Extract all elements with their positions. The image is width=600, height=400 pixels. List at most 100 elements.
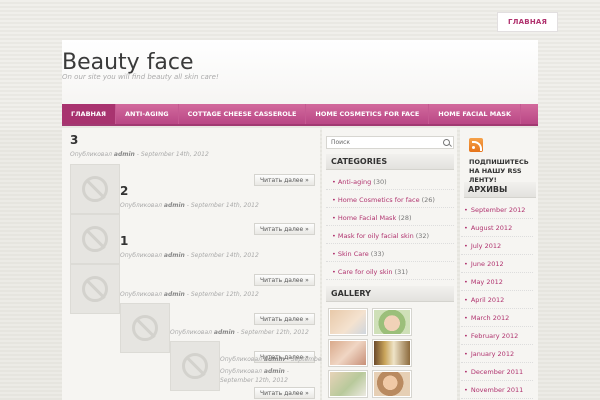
post-meta-prefix: Опубликовал <box>170 329 212 336</box>
search-placeholder: Поиск <box>331 139 351 146</box>
post-title[interactable]: 2 <box>120 184 128 198</box>
main-nav: ГЛАВНАЯ ANTI-AGING COTTAGE CHEESE CASSER… <box>62 104 538 126</box>
main-nav-item-anti-aging[interactable]: ANTI-AGING <box>116 104 179 124</box>
archive-link[interactable]: July 2012 <box>461 237 533 255</box>
post-thumbnail[interactable] <box>70 214 120 264</box>
archive-link[interactable]: May 2012 <box>461 273 533 291</box>
archive-link[interactable]: April 2012 <box>461 291 533 309</box>
gallery-thumbnail[interactable] <box>372 370 412 398</box>
post-thumbnail[interactable] <box>120 303 170 353</box>
post-author[interactable]: admin <box>264 368 285 375</box>
category-name[interactable]: Home Cosmetics for face <box>338 196 420 204</box>
post-meta: Опубликовал admin - September 12th, 2012 <box>120 291 259 298</box>
main-nav-item-home[interactable]: ГЛАВНАЯ <box>62 104 117 124</box>
read-more-button[interactable]: Читать далее » <box>254 274 315 286</box>
post-date: - September 14th, 2012 <box>136 151 209 158</box>
no-image-icon <box>82 276 108 302</box>
post-author[interactable]: admin <box>114 151 135 158</box>
gallery-image <box>330 310 366 334</box>
post-date: - September 14th, 2012 <box>186 202 259 209</box>
gallery-thumbnail[interactable] <box>372 308 412 336</box>
top-nav[interactable]: ГЛАВНАЯ <box>497 12 559 32</box>
search-input[interactable]: Поиск <box>326 136 454 149</box>
read-more-button[interactable]: Читать далее » <box>254 223 315 235</box>
rss-icon[interactable] <box>469 138 483 152</box>
post-author[interactable]: admin <box>164 252 185 259</box>
post-author[interactable]: admin <box>164 291 185 298</box>
top-nav-home-link[interactable]: ГЛАВНАЯ <box>508 18 547 26</box>
rss-subscribe-link[interactable]: ПОДПИШИТЕСЬ НА НАШУ RSS ЛЕНТУ! <box>469 158 539 185</box>
post-title[interactable]: 1 <box>120 234 128 248</box>
gallery-image <box>330 372 366 396</box>
post-date: - September 12th, 2012 <box>236 329 309 336</box>
archive-link[interactable]: November 2011 <box>461 381 533 399</box>
gallery-image <box>374 372 410 396</box>
category-item[interactable]: Skin Care(33) <box>326 246 454 262</box>
read-more-button[interactable]: Читать далее » <box>254 313 315 325</box>
category-count: (33) <box>370 249 385 258</box>
archive-link[interactable]: June 2012 <box>461 255 533 273</box>
post-meta-prefix: Опубликовал <box>220 356 262 363</box>
archive-link[interactable]: January 2012 <box>461 345 533 363</box>
category-count: (26) <box>421 195 435 204</box>
archive-link[interactable]: December 2011 <box>461 363 533 381</box>
read-more-button[interactable]: Читать далее » <box>254 387 315 399</box>
archive-link[interactable]: September 2012 <box>461 201 533 219</box>
gallery-image <box>374 310 410 334</box>
post-thumbnail[interactable] <box>170 341 220 391</box>
category-name[interactable]: Care for oily skin <box>338 268 393 276</box>
no-image-icon <box>82 176 108 202</box>
post-meta-prefix: Опубликовал <box>70 151 112 158</box>
category-item[interactable]: Anti-aging(30) <box>326 174 454 190</box>
category-name[interactable]: Mask for oily facial skin <box>338 232 414 240</box>
read-more-button[interactable]: Читать далее » <box>254 174 315 186</box>
post-date: - September 14th, 2012 <box>186 252 259 259</box>
rss-subscribe-box[interactable]: ПОДПИШИТЕСЬ НА НАШУ RSS ЛЕНТУ! <box>464 134 536 184</box>
no-image-icon <box>182 353 208 379</box>
post-meta: Опубликовал admin - <box>220 368 289 375</box>
post-thumbnail[interactable] <box>70 164 120 214</box>
category-count: (28) <box>398 213 412 222</box>
no-image-icon <box>132 315 158 341</box>
search-icon[interactable] <box>443 139 450 146</box>
main-nav-item-home-cosmetics[interactable]: HOME COSMETICS FOR FACE <box>306 104 430 124</box>
gallery-thumbnail[interactable] <box>328 370 368 398</box>
gallery-thumbnail[interactable] <box>372 339 412 367</box>
gallery-thumbnail[interactable] <box>328 339 368 367</box>
archives-title: АРХИВЫ <box>464 182 536 198</box>
category-name[interactable]: Home Facial Mask <box>338 214 396 222</box>
post-meta-prefix: Опубликовал <box>220 368 262 375</box>
post-title[interactable]: 3 <box>70 133 78 147</box>
category-count: (30) <box>373 177 387 186</box>
main-nav-item-home-facial-mask[interactable]: HOME FACIAL MASK <box>429 104 521 124</box>
gallery-thumbnail[interactable] <box>328 308 368 336</box>
category-item[interactable]: Home Cosmetics for face(26) <box>326 192 454 208</box>
main-nav-item-cottage-cheese[interactable]: COTTAGE CHEESE CASSEROLE <box>179 104 307 124</box>
no-image-icon <box>82 226 108 252</box>
site-title[interactable]: Beauty face <box>62 50 194 75</box>
post-date: - September 12th, 2012 <box>186 291 259 298</box>
post-author[interactable]: admin <box>214 329 235 336</box>
post-meta: Опубликовал admin - September 14th, 2012 <box>120 202 259 209</box>
category-item[interactable]: Mask for oily facial skin(32) <box>326 228 454 244</box>
post-author[interactable]: admin <box>164 202 185 209</box>
archive-link[interactable]: March 2012 <box>461 309 533 327</box>
category-name[interactable]: Skin Care <box>338 250 369 258</box>
categories-title: CATEGORIES <box>326 154 454 170</box>
archive-link[interactable]: August 2012 <box>461 219 533 237</box>
category-count: (31) <box>394 267 408 276</box>
gallery-title: GALLERY <box>326 286 454 302</box>
category-item[interactable]: Care for oily skin(31) <box>326 264 454 280</box>
site-description: On our site you will find beauty all ski… <box>62 73 219 81</box>
category-name[interactable]: Anti-aging <box>338 178 371 186</box>
category-count: (32) <box>415 231 430 240</box>
category-item[interactable]: Home Facial Mask(28) <box>326 210 454 226</box>
post-meta: Опубликовал admin - September 14th, 2012 <box>70 151 209 158</box>
post-date: - <box>286 368 289 375</box>
gallery-image <box>374 341 410 365</box>
archive-link[interactable]: February 2012 <box>461 327 533 345</box>
post-author[interactable]: admin <box>264 356 285 363</box>
post-meta-prefix: Опубликовал <box>120 291 162 298</box>
gallery-image <box>330 341 366 365</box>
post-thumbnail[interactable] <box>70 264 120 314</box>
